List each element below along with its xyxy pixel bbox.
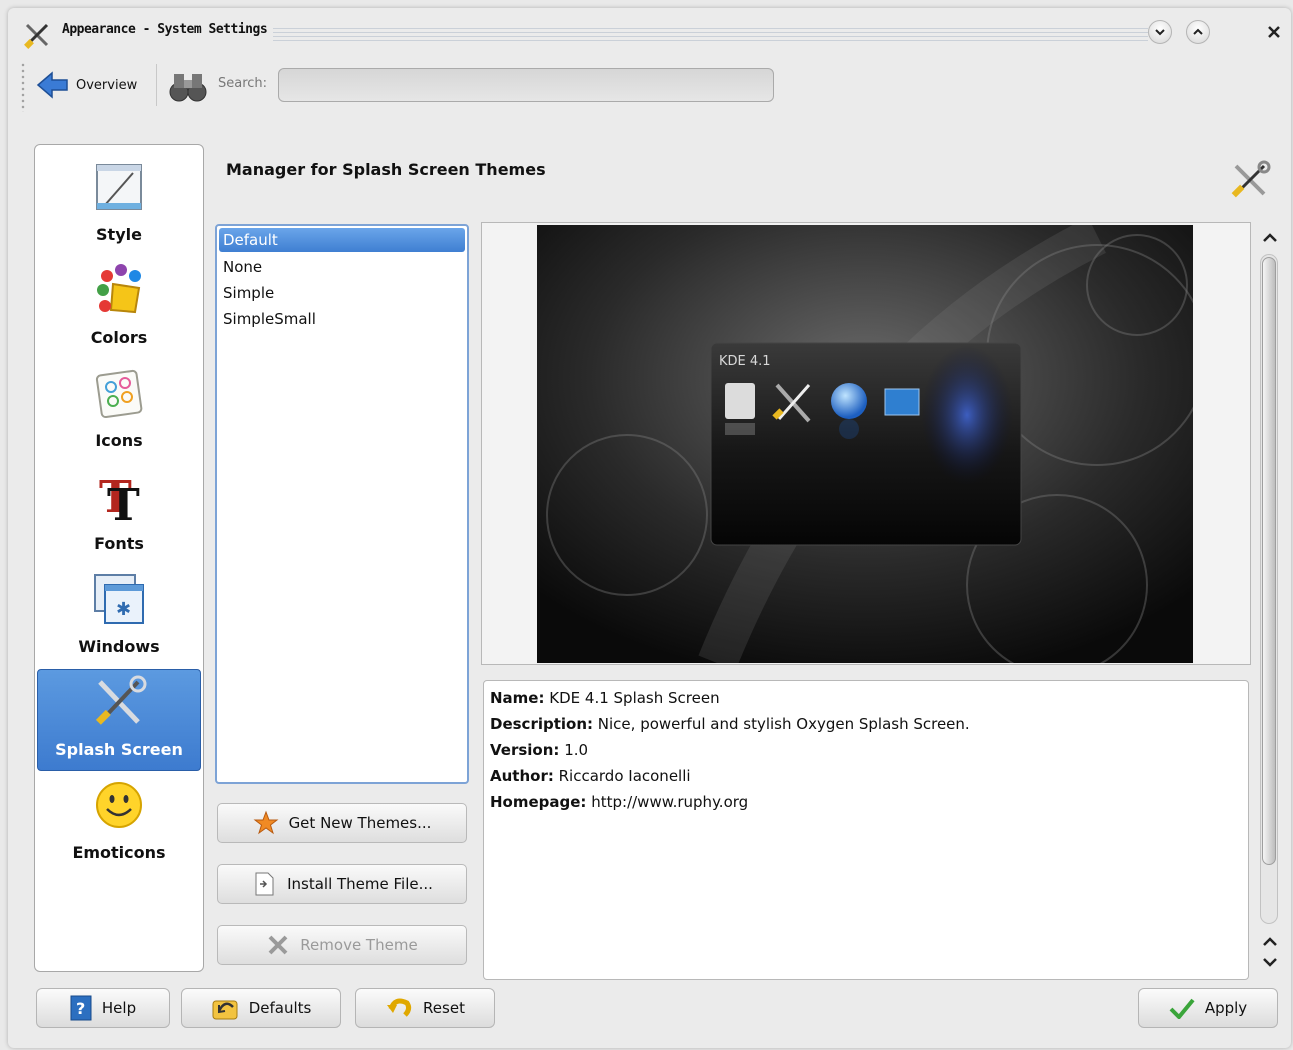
remove-theme-button[interactable]: Remove Theme <box>217 925 467 965</box>
star-icon <box>253 810 279 835</box>
info-description-value: Nice, powerful and stylish Oxygen Splash… <box>597 715 970 733</box>
get-new-themes-button[interactable]: Get New Themes... <box>217 803 467 843</box>
info-version-row: Version: 1.0 <box>490 737 1242 763</box>
sidebar-item-icons[interactable]: Icons <box>37 361 201 463</box>
sidebar-item-label: Splash Screen <box>55 740 183 759</box>
scroll-down-icon[interactable] <box>1260 952 1280 972</box>
title-decoration <box>273 28 1148 42</box>
scroll-up-icon[interactable] <box>1260 932 1280 952</box>
help-button[interactable]: ? Help <box>36 988 170 1028</box>
sidebar-item-colors[interactable]: Colors <box>37 258 201 360</box>
sidebar-item-emoticons[interactable]: Emoticons <box>37 773 201 875</box>
vertical-scrollbar[interactable] <box>1256 224 1284 980</box>
search-label: Search: <box>218 76 268 91</box>
theme-info-panel: Name: KDE 4.1 Splash Screen Description:… <box>483 680 1249 980</box>
close-button[interactable] <box>1262 20 1286 44</box>
reset-button[interactable]: Reset <box>355 988 495 1028</box>
sidebar-item-style[interactable]: Style <box>37 155 201 257</box>
svg-text:T: T <box>107 480 140 524</box>
binoculars-icon <box>169 74 207 102</box>
defaults-icon <box>212 1000 238 1020</box>
remove-theme-label: Remove Theme <box>300 936 418 954</box>
install-file-icon <box>255 872 274 896</box>
defaults-button[interactable]: Defaults <box>181 988 341 1028</box>
toolbar-separator <box>156 64 157 106</box>
tools-icon <box>24 23 49 49</box>
scroll-up-icon[interactable] <box>1260 228 1280 248</box>
info-description-row: Description: Nice, powerful and stylish … <box>490 711 1242 737</box>
list-item[interactable]: SimpleSmall <box>217 306 467 332</box>
overview-label: Overview <box>76 77 138 93</box>
list-item[interactable]: Simple <box>217 280 467 306</box>
scrollbar-thumb[interactable] <box>1262 257 1276 865</box>
checkmark-icon <box>1169 998 1195 1019</box>
info-name-value: KDE 4.1 Splash Screen <box>549 689 720 707</box>
install-theme-file-button[interactable]: Install Theme File... <box>217 864 467 904</box>
sidebar-item-label: Emoticons <box>72 843 166 862</box>
overview-button[interactable]: Overview <box>36 68 137 102</box>
fonts-icon: T T <box>99 472 140 524</box>
toolbar: Overview Search: <box>8 54 1291 116</box>
theme-preview: KDE 4.1 <box>481 222 1251 665</box>
info-author-row: Author: Riccardo Iaconelli <box>490 763 1242 789</box>
sidebar-item-label: Windows <box>78 637 160 656</box>
sidebar-item-fonts[interactable]: T T Fonts <box>37 464 201 566</box>
install-theme-file-label: Install Theme File... <box>287 875 433 893</box>
sidebar-item-label: Colors <box>90 328 148 347</box>
theme-list[interactable]: Default None Simple SimpleSmall <box>215 224 469 784</box>
sidebar-item-windows[interactable]: ✱ Windows <box>37 567 201 669</box>
info-homepage-row: Homepage: http://www.ruphy.org <box>490 789 1242 815</box>
splash-version-label: KDE 4.1 <box>719 354 771 369</box>
help-icon: ? <box>70 995 92 1021</box>
info-author-value: Riccardo Iaconelli <box>558 767 691 785</box>
apply-label: Apply <box>1204 999 1248 1017</box>
tools-icon <box>1231 160 1271 198</box>
info-version-value: 1.0 <box>564 741 589 759</box>
sidebar-item-label: Style <box>96 225 142 244</box>
back-arrow-icon <box>36 71 68 99</box>
settings-window: Appearance - System Settings Overview Se… <box>8 8 1291 1048</box>
list-item[interactable]: None <box>217 254 467 280</box>
windows-icon: ✱ <box>94 574 144 624</box>
title-bar[interactable]: Appearance - System Settings <box>8 8 1291 54</box>
emoticons-icon <box>96 782 142 828</box>
get-new-themes-label: Get New Themes... <box>288 814 432 832</box>
svg-text:✱: ✱ <box>116 599 131 620</box>
help-label: Help <box>101 999 137 1017</box>
apply-button[interactable]: Apply <box>1138 988 1278 1028</box>
defaults-label: Defaults <box>248 999 312 1017</box>
info-author-label: Author: <box>490 767 554 785</box>
splash-screen-icon <box>95 675 147 725</box>
category-sidebar: Style Colors Icons T T Fonts ✱ Windows S… <box>34 144 204 972</box>
info-version-label: Version: <box>490 741 560 759</box>
sidebar-item-label: Icons <box>95 431 143 450</box>
scrollbar-track[interactable] <box>1260 254 1278 924</box>
chevron-up-icon <box>1193 28 1203 35</box>
close-icon <box>1268 26 1280 38</box>
search-input[interactable] <box>278 68 774 102</box>
info-name-label: Name: <box>490 689 545 707</box>
icons-icon <box>95 369 143 419</box>
info-homepage-label: Homepage: <box>490 793 587 811</box>
sidebar-item-splash-screen[interactable]: Splash Screen <box>37 669 201 771</box>
colors-icon <box>97 264 141 314</box>
maximize-button[interactable] <box>1186 20 1210 44</box>
style-icon <box>96 164 142 210</box>
sidebar-item-label: Fonts <box>94 534 144 553</box>
toolbar-grip[interactable] <box>20 62 26 112</box>
remove-icon <box>268 935 288 955</box>
list-item[interactable]: Default <box>219 228 465 252</box>
svg-text:?: ? <box>76 999 85 1018</box>
chevron-down-icon <box>1155 29 1165 36</box>
reset-label: Reset <box>423 999 465 1017</box>
reset-icon <box>387 998 412 1017</box>
page-title: Manager for Splash Screen Themes <box>226 160 546 179</box>
info-homepage-value[interactable]: http://www.ruphy.org <box>591 793 748 811</box>
splash-preview-image: KDE 4.1 <box>537 225 1193 663</box>
info-name-row: Name: KDE 4.1 Splash Screen <box>490 685 1242 711</box>
window-title: Appearance - System Settings <box>62 22 268 37</box>
info-description-label: Description: <box>490 715 594 733</box>
minimize-button[interactable] <box>1148 20 1172 44</box>
